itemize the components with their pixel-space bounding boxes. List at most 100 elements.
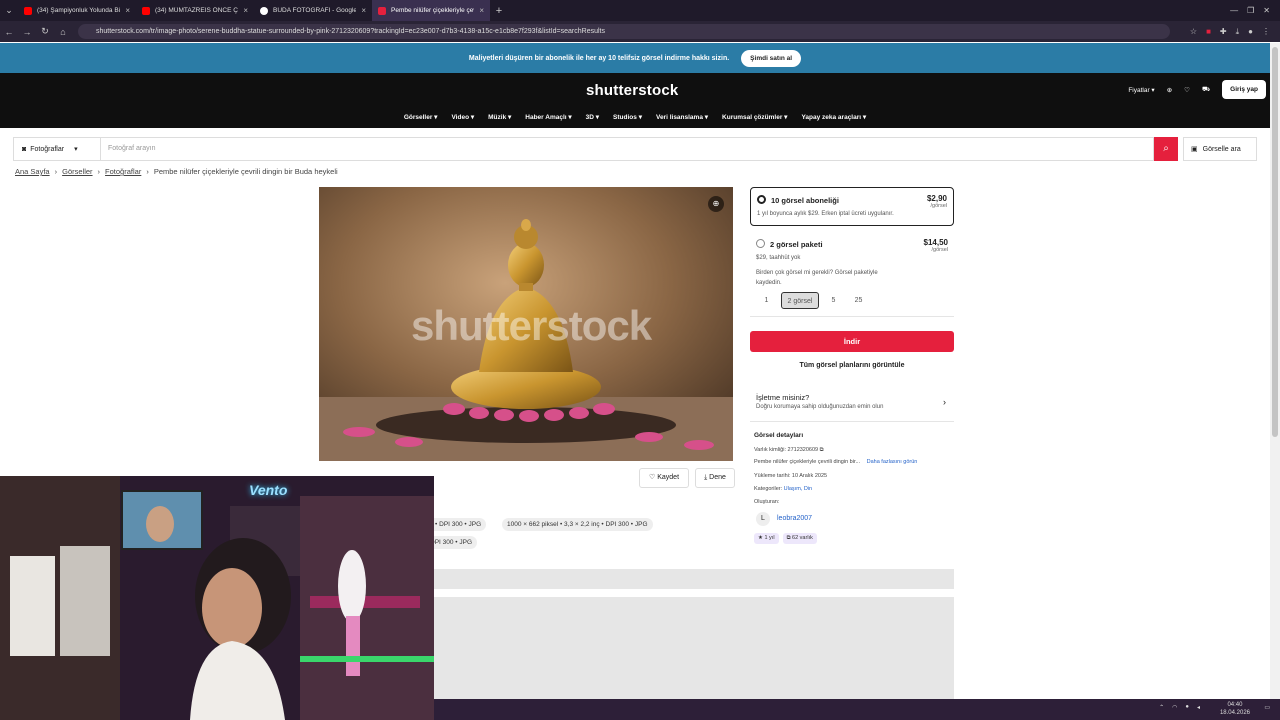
back-icon[interactable]: ← <box>0 27 18 37</box>
categories-row: Kategoriler: Ulaşım, Din <box>754 486 812 492</box>
try-label: Dene <box>709 474 726 481</box>
quantity-selector: 1 2 görsel 5 25 <box>756 292 869 309</box>
minimize-icon[interactable]: — <box>1230 6 1238 15</box>
search-button[interactable]: ⌕ <box>1154 137 1178 161</box>
copy-icon[interactable]: ⧉ <box>820 447 824 453</box>
close-tab-icon[interactable]: × <box>479 6 484 15</box>
plan-pack[interactable]: 2 görsel paketi $14,50/görsel $29, taahh… <box>750 232 954 317</box>
badge-text: 1 yıl <box>764 535 775 541</box>
years-badge: ★ 1 yıl <box>754 533 779 544</box>
qty-option[interactable]: 5 <box>823 292 844 309</box>
breadcrumb-home[interactable]: Ana Sayfa <box>15 167 50 176</box>
download-arrow-icon: ⤓ <box>704 474 708 481</box>
plan-price: $2,90/görsel <box>927 194 947 209</box>
plan-subscription[interactable]: 10 görsel aboneliği $2,90/görsel 1 yıl b… <box>750 187 954 226</box>
description-row: Pembe nilüfer çiçekleriyle çevrili dingi… <box>754 459 917 465</box>
new-tab-icon[interactable]: + <box>490 5 508 17</box>
nav-label: Kurumsal çözümler <box>722 114 783 121</box>
upload-date: Yükleme tarihi: 10 Aralık 2025 <box>754 473 828 479</box>
qty-option[interactable]: 25 <box>848 292 869 309</box>
address-bar-row: ← → ↻ ⌂ shutterstock.com/tr/image-photo/… <box>0 21 1280 42</box>
tab-2[interactable]: (34) MÜMTAZREIS ÖNCE ÇOK × <box>136 0 254 21</box>
tab-4-active[interactable]: Pembe nilüfer çiçekleriyle çevr × <box>372 0 490 21</box>
zoom-icon[interactable]: ⊕ <box>708 196 724 212</box>
image-search-button[interactable]: ▣ Görselle ara <box>1183 137 1257 161</box>
chevron-right-icon: › <box>943 397 946 407</box>
heart-icon[interactable]: ♡ <box>1184 86 1190 94</box>
nav-item-data-licensing[interactable]: Veri lisanslama ▾ <box>656 113 708 121</box>
pricing-menu[interactable]: Fiyatlar ▾ <box>1128 86 1154 94</box>
cart-icon[interactable]: ⛟ <box>1202 85 1210 94</box>
breadcrumb-photos[interactable]: Fotoğraflar <box>105 167 141 176</box>
buddha-photo[interactable]: shutterstock ⊕ <box>319 187 733 461</box>
bookmark-star-icon[interactable]: ☆ <box>1190 27 1197 36</box>
size-option[interactable]: 1000 × 662 piksel • 3,3 × 2,2 inç • DPI … <box>502 518 653 531</box>
save-button[interactable]: ♡ Kaydet <box>639 468 689 488</box>
try-button[interactable]: ⤓ Dene <box>695 468 735 488</box>
volume-icon[interactable]: ◂ <box>1197 704 1200 711</box>
qty-option-selected[interactable]: 2 görsel <box>781 292 819 309</box>
business-card[interactable]: İşletme misiniz? Doğru korumaya sahip ol… <box>750 386 954 422</box>
profile-icon[interactable]: ● <box>1248 27 1253 36</box>
close-tab-icon[interactable]: × <box>125 6 130 15</box>
tab-1[interactable]: (34) Şampiyonluk Yolunda Büyü × <box>18 0 136 21</box>
save-label: Kaydet <box>657 474 680 481</box>
pricing-label: Fiyatlar <box>1128 86 1150 94</box>
download-icon[interactable]: ⤓ <box>1236 27 1240 37</box>
categories-link[interactable]: Ulaşım, Din <box>784 486 812 492</box>
tab-list-icon[interactable]: ⌄ <box>0 5 18 16</box>
menu-icon[interactable]: ⋮ <box>1262 27 1270 36</box>
search-input[interactable]: Fotoğraf arayın <box>100 137 1154 161</box>
tab-3[interactable]: BUDA FOTOGRAFI - Google'da × <box>254 0 372 21</box>
extension-icon[interactable]: ■ <box>1206 27 1211 36</box>
url-field[interactable]: shutterstock.com/tr/image-photo/serene-b… <box>78 24 1170 39</box>
puzzle-icon[interactable]: ✚ <box>1220 27 1227 36</box>
close-tab-icon[interactable]: × <box>243 6 248 15</box>
view-all-plans-link[interactable]: Tüm görsel planlarını görüntüle <box>750 362 954 369</box>
taskbar-clock[interactable]: 04:40 18.04.2026 <box>1220 701 1250 717</box>
notification-icon[interactable]: ▭ <box>1264 704 1270 711</box>
reload-icon[interactable]: ↻ <box>36 26 54 37</box>
nav-label: Haber Amaçlı <box>525 114 567 121</box>
nav-item-images[interactable]: Görseller ▾ <box>404 113 438 121</box>
search-icon: ⌕ <box>1163 143 1169 154</box>
nav-item-video[interactable]: Video ▾ <box>451 113 474 121</box>
price-unit: /görsel <box>931 247 948 253</box>
nav-item-3d[interactable]: 3D ▾ <box>586 113 599 121</box>
home-icon[interactable]: ⌂ <box>54 27 72 37</box>
shutterstock-logo[interactable]: shutterstock <box>586 82 678 99</box>
nav-item-studios[interactable]: Studios ▾ <box>613 113 642 121</box>
search-type-select[interactable]: ◙ Fotoğraflar ▾ <box>13 137 100 161</box>
radio-unselected[interactable] <box>756 239 765 248</box>
maximize-icon[interactable]: ❐ <box>1247 6 1254 15</box>
radio-selected[interactable] <box>757 195 766 204</box>
nav-item-music[interactable]: Müzik ▾ <box>488 113 511 121</box>
buy-now-button[interactable]: Şimdi satın al <box>741 49 802 67</box>
breadcrumb-current: Pembe nilüfer çiçekleriyle çevrili dingi… <box>153 167 338 176</box>
forward-icon[interactable]: → <box>18 27 36 37</box>
login-button[interactable]: Giriş yap <box>1222 80 1266 99</box>
scrollbar-thumb[interactable] <box>1272 47 1278 437</box>
nav-item-editorial[interactable]: Haber Amaçlı ▾ <box>525 113 571 121</box>
qty-option[interactable]: 1 <box>756 292 777 309</box>
microphone-icon[interactable]: ● <box>1185 704 1189 711</box>
size-option[interactable]: ç • DPI 300 • JPG <box>425 518 487 531</box>
page-scrollbar[interactable] <box>1270 43 1280 699</box>
nav-item-ai-tools[interactable]: Yapay zeka araçları ▾ <box>801 113 866 121</box>
close-tab-icon[interactable]: × <box>361 6 366 15</box>
google-favicon-icon <box>260 6 268 15</box>
breadcrumb-separator: › <box>146 167 149 176</box>
globe-icon[interactable]: ⊕ <box>1167 86 1172 94</box>
creator-link[interactable]: leobra2007 <box>777 515 812 522</box>
image-search-label: Görselle ara <box>1202 145 1241 153</box>
plan-desc-2: Birden çok görsel mi gerekli? Görsel pak… <box>756 270 878 276</box>
breadcrumb-images[interactable]: Görseller <box>62 167 92 176</box>
download-button[interactable]: İndir <box>750 331 954 352</box>
close-window-icon[interactable]: ✕ <box>1263 6 1270 15</box>
chevron-up-icon[interactable]: ⌃ <box>1159 704 1164 711</box>
nav-item-enterprise[interactable]: Kurumsal çözümler ▾ <box>722 113 787 121</box>
details-title: Görsel detayları <box>754 432 804 439</box>
tray-icons: ⌃ ◠ ● ◂ <box>1159 704 1200 711</box>
headset-icon[interactable]: ◠ <box>1172 704 1177 711</box>
show-more-link[interactable]: Daha fazlasını görün <box>867 459 918 465</box>
